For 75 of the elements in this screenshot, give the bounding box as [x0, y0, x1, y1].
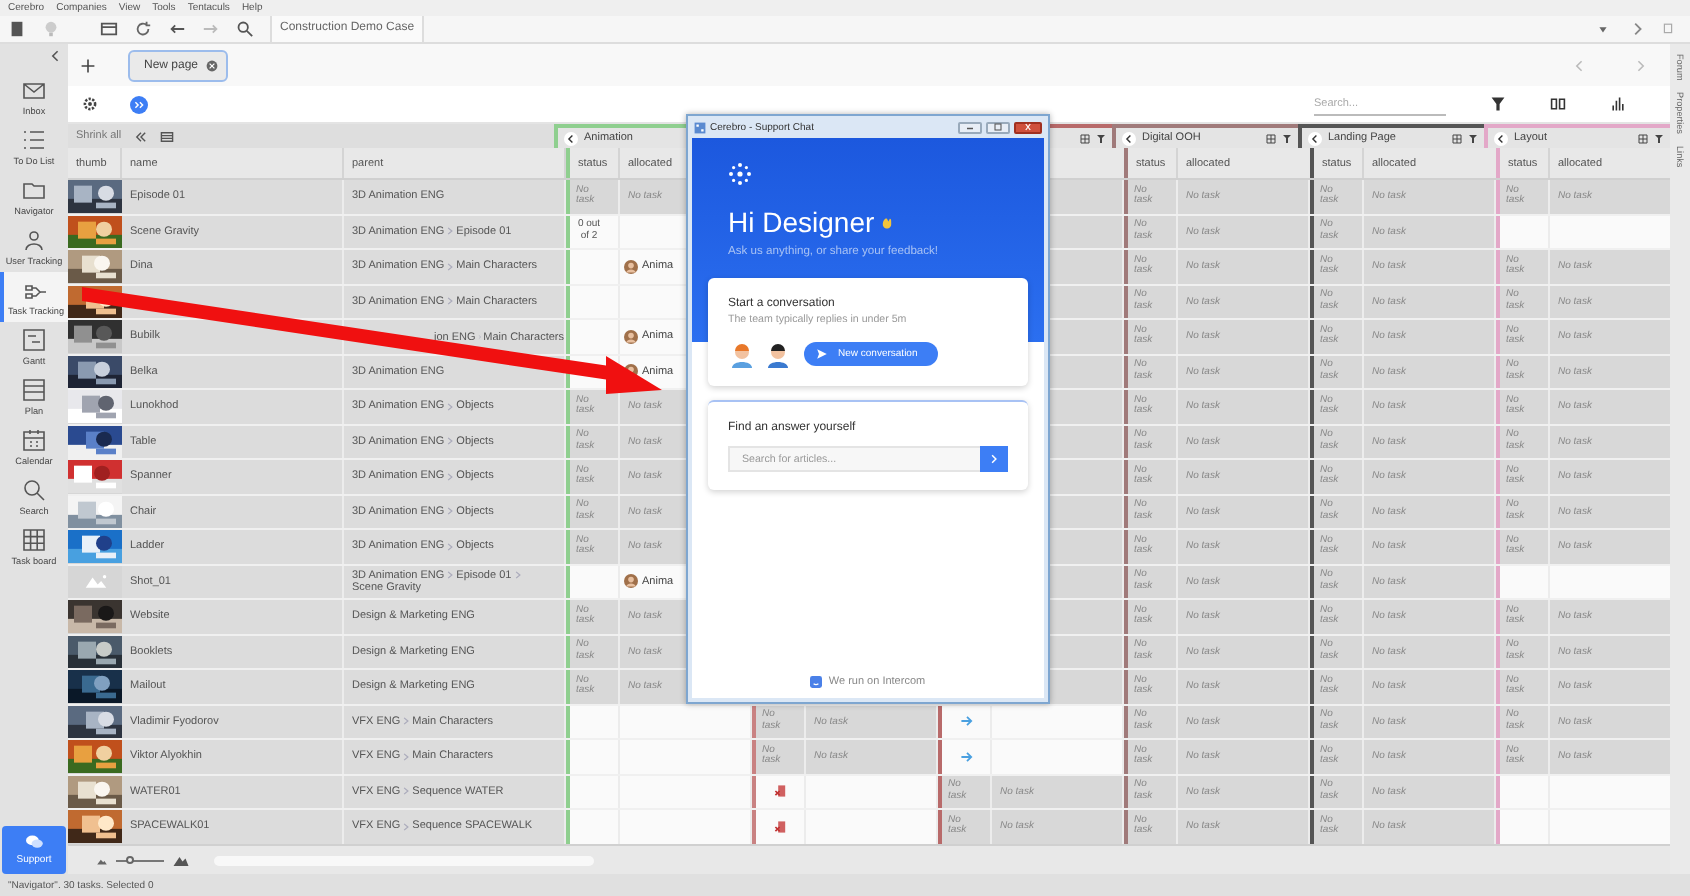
folder-icon — [22, 178, 46, 202]
chevron-right-icon — [446, 226, 455, 237]
chevron-right-icon — [446, 261, 455, 272]
document-cross-icon — [773, 819, 787, 834]
plus-icon[interactable] — [80, 57, 96, 73]
table-icon[interactable] — [100, 20, 118, 38]
arrow-right-icon — [959, 714, 973, 729]
book-icon[interactable] — [8, 20, 26, 38]
filter-icon[interactable] — [1096, 133, 1106, 143]
grid-icon — [22, 528, 46, 552]
checklist-icon — [22, 128, 46, 152]
chevron-right-icon — [446, 401, 455, 412]
close-icon[interactable] — [206, 59, 219, 71]
search-icon — [22, 478, 46, 502]
collapse-icon[interactable] — [1494, 131, 1508, 145]
refresh-icon[interactable] — [134, 20, 152, 38]
chevron-right-icon — [990, 454, 998, 464]
zoom-out-icon[interactable] — [96, 855, 108, 865]
chevron-right-icon — [402, 751, 411, 762]
table-icon[interactable] — [1266, 133, 1276, 143]
chevron-right-icon — [402, 786, 411, 797]
collapse-icon[interactable] — [1122, 131, 1136, 145]
support-agent-avatar — [764, 340, 792, 368]
avatar — [624, 259, 638, 274]
expand-icon[interactable] — [130, 95, 148, 113]
envelope-icon — [22, 78, 46, 102]
chevron-right-icon — [402, 716, 411, 727]
double-chevron-icon[interactable] — [133, 129, 148, 143]
avatar — [624, 329, 638, 344]
chevron-right-icon — [446, 436, 455, 447]
document-cross-icon — [773, 784, 787, 799]
columns-icon[interactable] — [1550, 96, 1566, 112]
image-placeholder-icon — [83, 574, 107, 589]
maximize-icon — [992, 122, 1004, 132]
table-icon[interactable] — [1638, 133, 1648, 143]
filter-icon[interactable] — [1282, 133, 1292, 143]
list-icon — [22, 378, 46, 402]
chevron-right-icon — [402, 821, 411, 832]
table-icon[interactable] — [1452, 133, 1462, 143]
arrow-right-icon — [959, 749, 973, 764]
person-icon — [22, 228, 46, 252]
chart-icon — [22, 328, 46, 352]
filter-icon[interactable] — [1490, 96, 1506, 112]
settings-icon[interactable] — [82, 96, 98, 112]
chevron-right-icon — [513, 570, 522, 581]
chat-bubbles-icon — [24, 834, 44, 850]
chevron-right-icon — [446, 296, 455, 307]
calendar-icon — [22, 428, 46, 452]
support-agent-avatar — [728, 340, 756, 368]
send-icon — [816, 348, 828, 360]
chevron-right-icon — [446, 506, 455, 517]
bar-chart-icon[interactable] — [1610, 96, 1626, 112]
logo-icon — [728, 162, 752, 186]
chevron-right-icon — [446, 471, 455, 482]
waving-hand-icon — [880, 215, 895, 229]
maximize-button[interactable] — [986, 121, 1010, 133]
close-button[interactable] — [1014, 121, 1042, 133]
zoom-in-icon[interactable] — [172, 854, 190, 866]
chevron-right-icon — [446, 570, 455, 581]
table-icon[interactable] — [159, 129, 174, 143]
search-icon[interactable] — [236, 20, 254, 38]
back-arrow-icon[interactable] — [168, 20, 186, 38]
avatar — [624, 574, 638, 589]
chevron-right-icon — [446, 541, 455, 552]
close-icon — [1022, 122, 1034, 132]
minimize-icon — [964, 122, 976, 132]
table-icon[interactable] — [1080, 133, 1090, 143]
app-icon — [694, 121, 706, 133]
collapse-icon[interactable] — [1308, 131, 1322, 145]
collapse-icon[interactable] — [48, 48, 64, 64]
slider-handle[interactable] — [126, 855, 135, 863]
filter-icon[interactable] — [1654, 133, 1664, 143]
filter-icon[interactable] — [1468, 133, 1478, 143]
collapse-icon[interactable] — [564, 131, 578, 145]
intercom-icon — [810, 675, 823, 687]
